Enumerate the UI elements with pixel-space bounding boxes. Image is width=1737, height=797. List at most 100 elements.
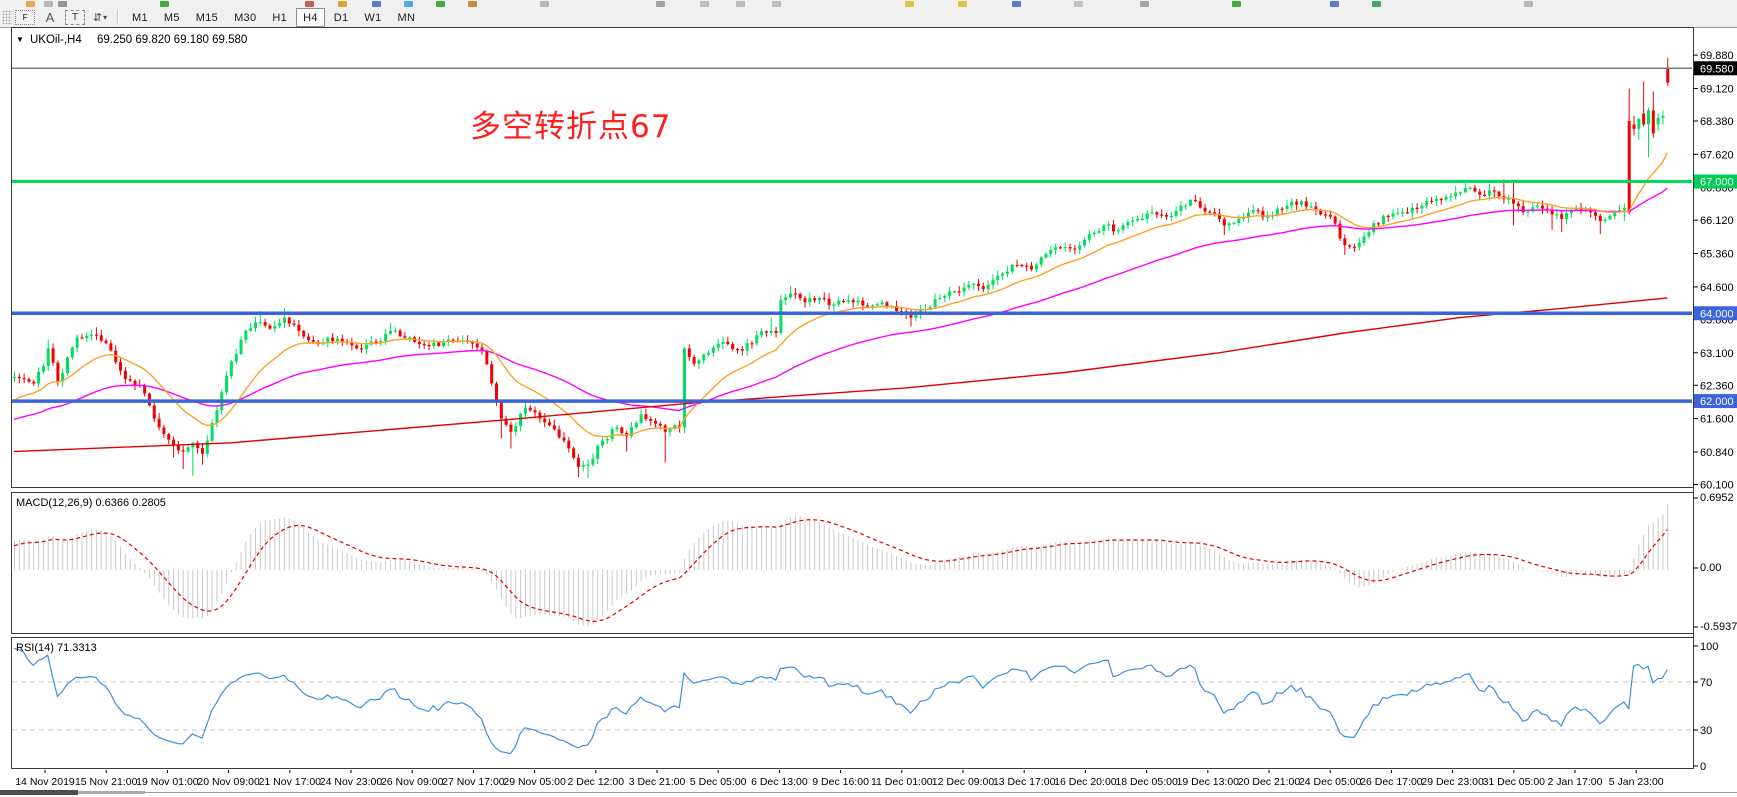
time-label: 24 Dec 05:00	[1299, 776, 1362, 788]
top-toolbar-fragment	[540, 1, 549, 7]
axis-label: 0.00	[1700, 562, 1721, 574]
top-toolbar-fragment	[26, 1, 35, 7]
macd-label: MACD(12,26,9) 0.6366 0.2805	[16, 497, 166, 509]
time-label: 9 Dec 16:00	[812, 776, 869, 788]
text-box-icon[interactable]: T	[65, 10, 85, 25]
time-label: 19 Dec 13:00	[1177, 776, 1240, 788]
top-toolbar-fragment	[436, 1, 445, 7]
font-grid-icon[interactable]: F	[15, 10, 35, 25]
time-axis[interactable]: 14 Nov 201915 Nov 21:0019 Nov 01:0020 No…	[15, 770, 1664, 788]
scrollbar-thumb-secondary[interactable]	[78, 791, 145, 794]
time-label: 12 Dec 09:00	[932, 776, 995, 788]
axis-label: 61.600	[1700, 414, 1734, 426]
time-label: 27 Nov 17:00	[442, 776, 505, 788]
rsi-axis[interactable]: 10070300	[1693, 641, 1718, 773]
timeframe-button-h1[interactable]: H1	[265, 8, 294, 27]
cycle-glyph: ⇵	[93, 11, 102, 24]
time-label: 20 Dec 21:00	[1238, 776, 1301, 788]
axis-label: 69.120	[1700, 83, 1734, 95]
time-label: 2 Jan 17:00	[1548, 776, 1603, 788]
price-axis[interactable]: 69.88069.12068.38067.62066.86066.12065.3…	[1693, 27, 1737, 769]
top-toolbar-fragment	[372, 1, 381, 7]
timeframe-button-m1[interactable]: M1	[125, 8, 155, 27]
rsi-label: RSI(14) 71.3313	[16, 642, 97, 654]
time-label: 26 Nov 09:00	[381, 776, 444, 788]
time-label: 2 Dec 12:00	[567, 776, 624, 788]
axis-label: 60.840	[1700, 447, 1734, 459]
timeframe-button-m30[interactable]: M30	[227, 8, 263, 27]
time-label: 21 Nov 17:00	[259, 776, 322, 788]
top-toolbar-fragment	[404, 1, 413, 7]
chart-annotation-text[interactable]: 多空转折点67	[470, 101, 671, 146]
axis-label: 100	[1700, 641, 1718, 653]
dropdown-caret-icon[interactable]: ▾	[103, 13, 107, 22]
scrollbar-thumb[interactable]	[0, 790, 78, 795]
time-label: 19 Nov 01:00	[136, 776, 199, 788]
time-label: 31 Dec 05:00	[1483, 776, 1546, 788]
toolbar-drag-handle[interactable]	[2, 10, 12, 25]
rsi-pane[interactable]	[12, 638, 1694, 769]
cycle-arrows-icon[interactable]: ⇵ ▾	[91, 10, 109, 26]
timeframe-button-m5[interactable]: M5	[157, 8, 187, 27]
axis-label: 0	[1700, 761, 1706, 773]
axis-label: 62.360	[1700, 380, 1734, 392]
time-label: 5 Dec 05:00	[690, 776, 747, 788]
time-label: 29 Dec 23:00	[1421, 776, 1484, 788]
price-badge-text: 67.000	[1700, 177, 1734, 189]
time-label: 14 Nov 2019	[15, 776, 75, 788]
price-badge-text: 62.000	[1700, 396, 1734, 408]
timeframe-group: M1M5M15M30H1H4D1W1MN	[124, 8, 423, 27]
timeframe-button-mn[interactable]: MN	[391, 8, 423, 27]
time-label: 13 Dec 17:00	[993, 776, 1056, 788]
time-label: 24 Nov 23:00	[320, 776, 383, 788]
timeframe-button-w1[interactable]: W1	[357, 8, 388, 27]
axis-label: 0.6952	[1700, 492, 1734, 504]
top-toolbar-fragment	[44, 1, 53, 7]
top-toolbar-fragment	[1330, 1, 1339, 7]
scrollbar-track	[0, 792, 1737, 793]
text-label-icon[interactable]: A	[41, 10, 59, 26]
axis-label: 60.100	[1700, 479, 1734, 491]
axis-label: 64.600	[1700, 282, 1734, 294]
top-toolbar-fragment	[958, 1, 967, 7]
macd-axis[interactable]: 0.69520.00-0.5937	[1693, 492, 1737, 633]
axis-label: 30	[1700, 725, 1712, 737]
top-toolbar-fragment	[772, 1, 781, 7]
axis-label: 67.620	[1700, 149, 1734, 161]
top-toolbar-fragment	[1372, 1, 1381, 7]
top-toolbar-fragment	[305, 1, 314, 7]
chart-toolbar: F A T ⇵ ▾ M1M5M15M30H1H4D1W1MN	[0, 8, 1737, 28]
time-label: 26 Dec 17:00	[1360, 776, 1423, 788]
timeframe-button-h4[interactable]: H4	[296, 8, 325, 27]
chart-title-ohlc: 69.250 69.820 69.180 69.580	[97, 34, 247, 46]
chart-canvas[interactable]: 69.88069.12068.38067.62066.86066.12065.3…	[0, 27, 1737, 790]
top-toolbar-fragment	[1140, 1, 1149, 7]
timeframe-button-m15[interactable]: M15	[189, 8, 225, 27]
top-toolbar-fragment	[1074, 1, 1083, 7]
axis-label: 63.100	[1700, 348, 1734, 360]
top-toolbar-fragment	[58, 1, 67, 7]
top-toolbar-fragment	[700, 1, 709, 7]
toolbar-separator	[117, 10, 119, 25]
price-badge-text: 69.580	[1700, 63, 1734, 75]
top-toolbar-fragment	[1524, 1, 1533, 7]
time-label: 6 Dec 13:00	[751, 776, 808, 788]
chart-title-symbol: UKOil-,H4	[30, 34, 82, 46]
top-toolbar-fragment	[468, 1, 477, 7]
axis-label: 68.380	[1700, 116, 1734, 128]
time-label: 29 Nov 05:00	[503, 776, 566, 788]
top-toolbar-fragment	[160, 1, 169, 7]
top-toolbar-fragment	[1012, 1, 1021, 7]
horizontal-scrollbar[interactable]	[0, 790, 1737, 797]
time-label: 16 Dec 20:00	[1054, 776, 1117, 788]
time-label: 15 Nov 21:00	[75, 776, 138, 788]
top-toolbar-fragment	[905, 1, 914, 7]
top-toolbar-fragment	[656, 1, 665, 7]
axis-label: 66.120	[1700, 215, 1734, 227]
time-label: 5 Jan 23:00	[1609, 776, 1664, 788]
timeframe-button-d1[interactable]: D1	[327, 8, 356, 27]
time-label: 18 Dec 05:00	[1115, 776, 1178, 788]
symbol-dropdown-icon[interactable]: ▼	[16, 35, 24, 44]
main-pane[interactable]	[12, 28, 1694, 488]
price-badge-text: 64.000	[1700, 308, 1734, 320]
